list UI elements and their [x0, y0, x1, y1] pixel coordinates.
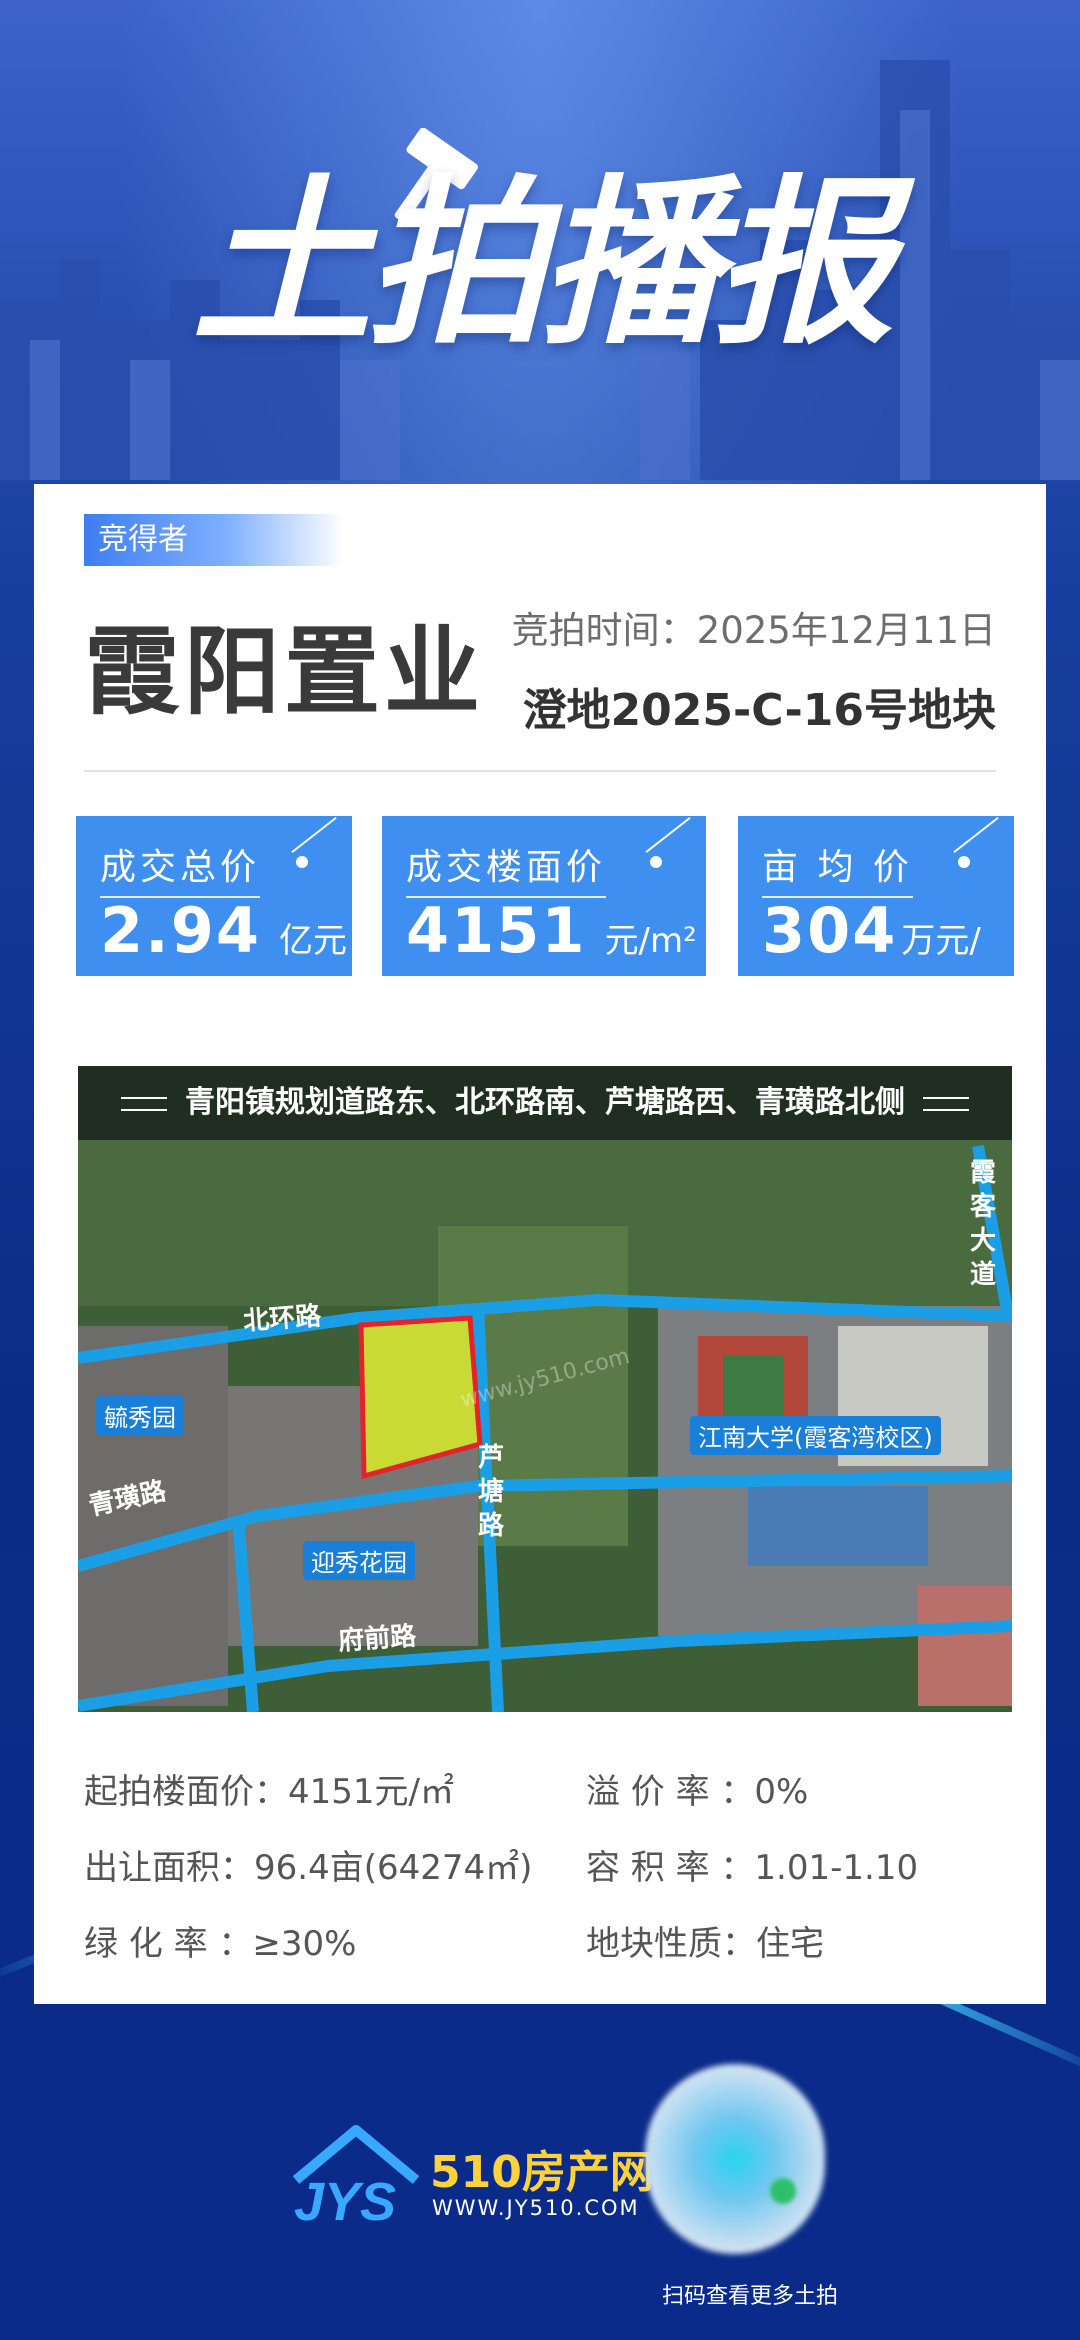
stat-value: 4151 元/m² — [406, 894, 697, 967]
auction-time: 竞拍时间：2025年12月11日 — [511, 609, 996, 652]
detail-area: 出让面积：96.4亩(64274㎡) — [84, 1848, 533, 1888]
detail-nature: 地块性质：住宅 — [586, 1924, 824, 1964]
map-label-beihuan: 北环路 — [242, 1301, 323, 1337]
jy510-logo-icon: JYS — [292, 2125, 420, 2230]
dot-icon — [296, 856, 308, 868]
map-label-yingxiu: 迎秀花园 — [303, 1541, 415, 1580]
dot-icon — [958, 856, 970, 868]
page-title: 土拍播报 — [191, 160, 894, 369]
map-location-header: 青阳镇规划道路东、北环路南、芦塘路西、青璜路北侧 — [78, 1066, 1012, 1140]
stat-label: 亩 均 价 — [762, 838, 913, 898]
slash-decor — [645, 816, 691, 854]
winner-name: 霞阳置业 — [84, 615, 484, 728]
dash-decor — [923, 1096, 969, 1111]
map-label-xiake: 霞客大道 — [970, 1158, 997, 1290]
dot-icon — [650, 856, 662, 868]
detail-premium: 溢 价 率 ：0% — [586, 1772, 809, 1812]
stat-floor-price: 成交楼面价 4151 元/m² — [382, 816, 706, 976]
qr-code[interactable] — [645, 2064, 825, 2254]
detail-far: 容 积 率 ：1.01-1.10 — [586, 1848, 919, 1888]
stat-value: 2.94 亿元 — [100, 894, 347, 967]
divider — [84, 770, 996, 772]
stat-per-mu-price: 亩 均 价 304 万元/亩 — [738, 816, 1014, 1034]
detail-green: 绿 化 率 ：≥30% — [84, 1924, 357, 1964]
slash-decor — [291, 816, 337, 854]
slash-decor — [953, 816, 999, 854]
plot-code: 澄地2025-C-16号地块 — [522, 685, 996, 736]
qr-caption: 扫码查看更多土拍 — [662, 2284, 839, 2309]
svg-text:JYS: JYS — [294, 2172, 396, 2230]
map-label-fuqian: 府前路 — [337, 1621, 418, 1657]
detail-start-price: 起拍楼面价：4151元/㎡ — [84, 1772, 454, 1812]
plot-map: 青阳镇规划道路东、北环路南、芦塘路西、青璜路北侧 北环路 毓秀园 青璜路 迎秀花… — [78, 1066, 1012, 1712]
winner-tag: 竞得者 — [84, 514, 344, 566]
map-label-yuxiu: 毓秀园 — [96, 1396, 184, 1435]
logo-url: WWW.JY510.COM — [432, 2196, 640, 2220]
stat-label: 成交楼面价 — [406, 838, 607, 898]
stat-label: 成交总价 — [100, 838, 261, 898]
map-label-lutang: 芦塘路 — [478, 1443, 505, 1541]
stat-total-price: 成交总价 2.94 亿元 — [76, 816, 352, 976]
map-label-jiangnan: 江南大学(霞客湾校区) — [690, 1416, 941, 1455]
stat-value: 304 万元/亩 — [762, 894, 981, 1034]
auction-card: 竞得者 霞阳置业 竞拍时间：2025年12月11日 澄地2025-C-16号地块… — [34, 484, 1046, 2004]
qr-dot — [770, 2178, 796, 2204]
dash-decor — [121, 1096, 167, 1111]
logo-text: 510房产网 — [430, 2147, 654, 2198]
